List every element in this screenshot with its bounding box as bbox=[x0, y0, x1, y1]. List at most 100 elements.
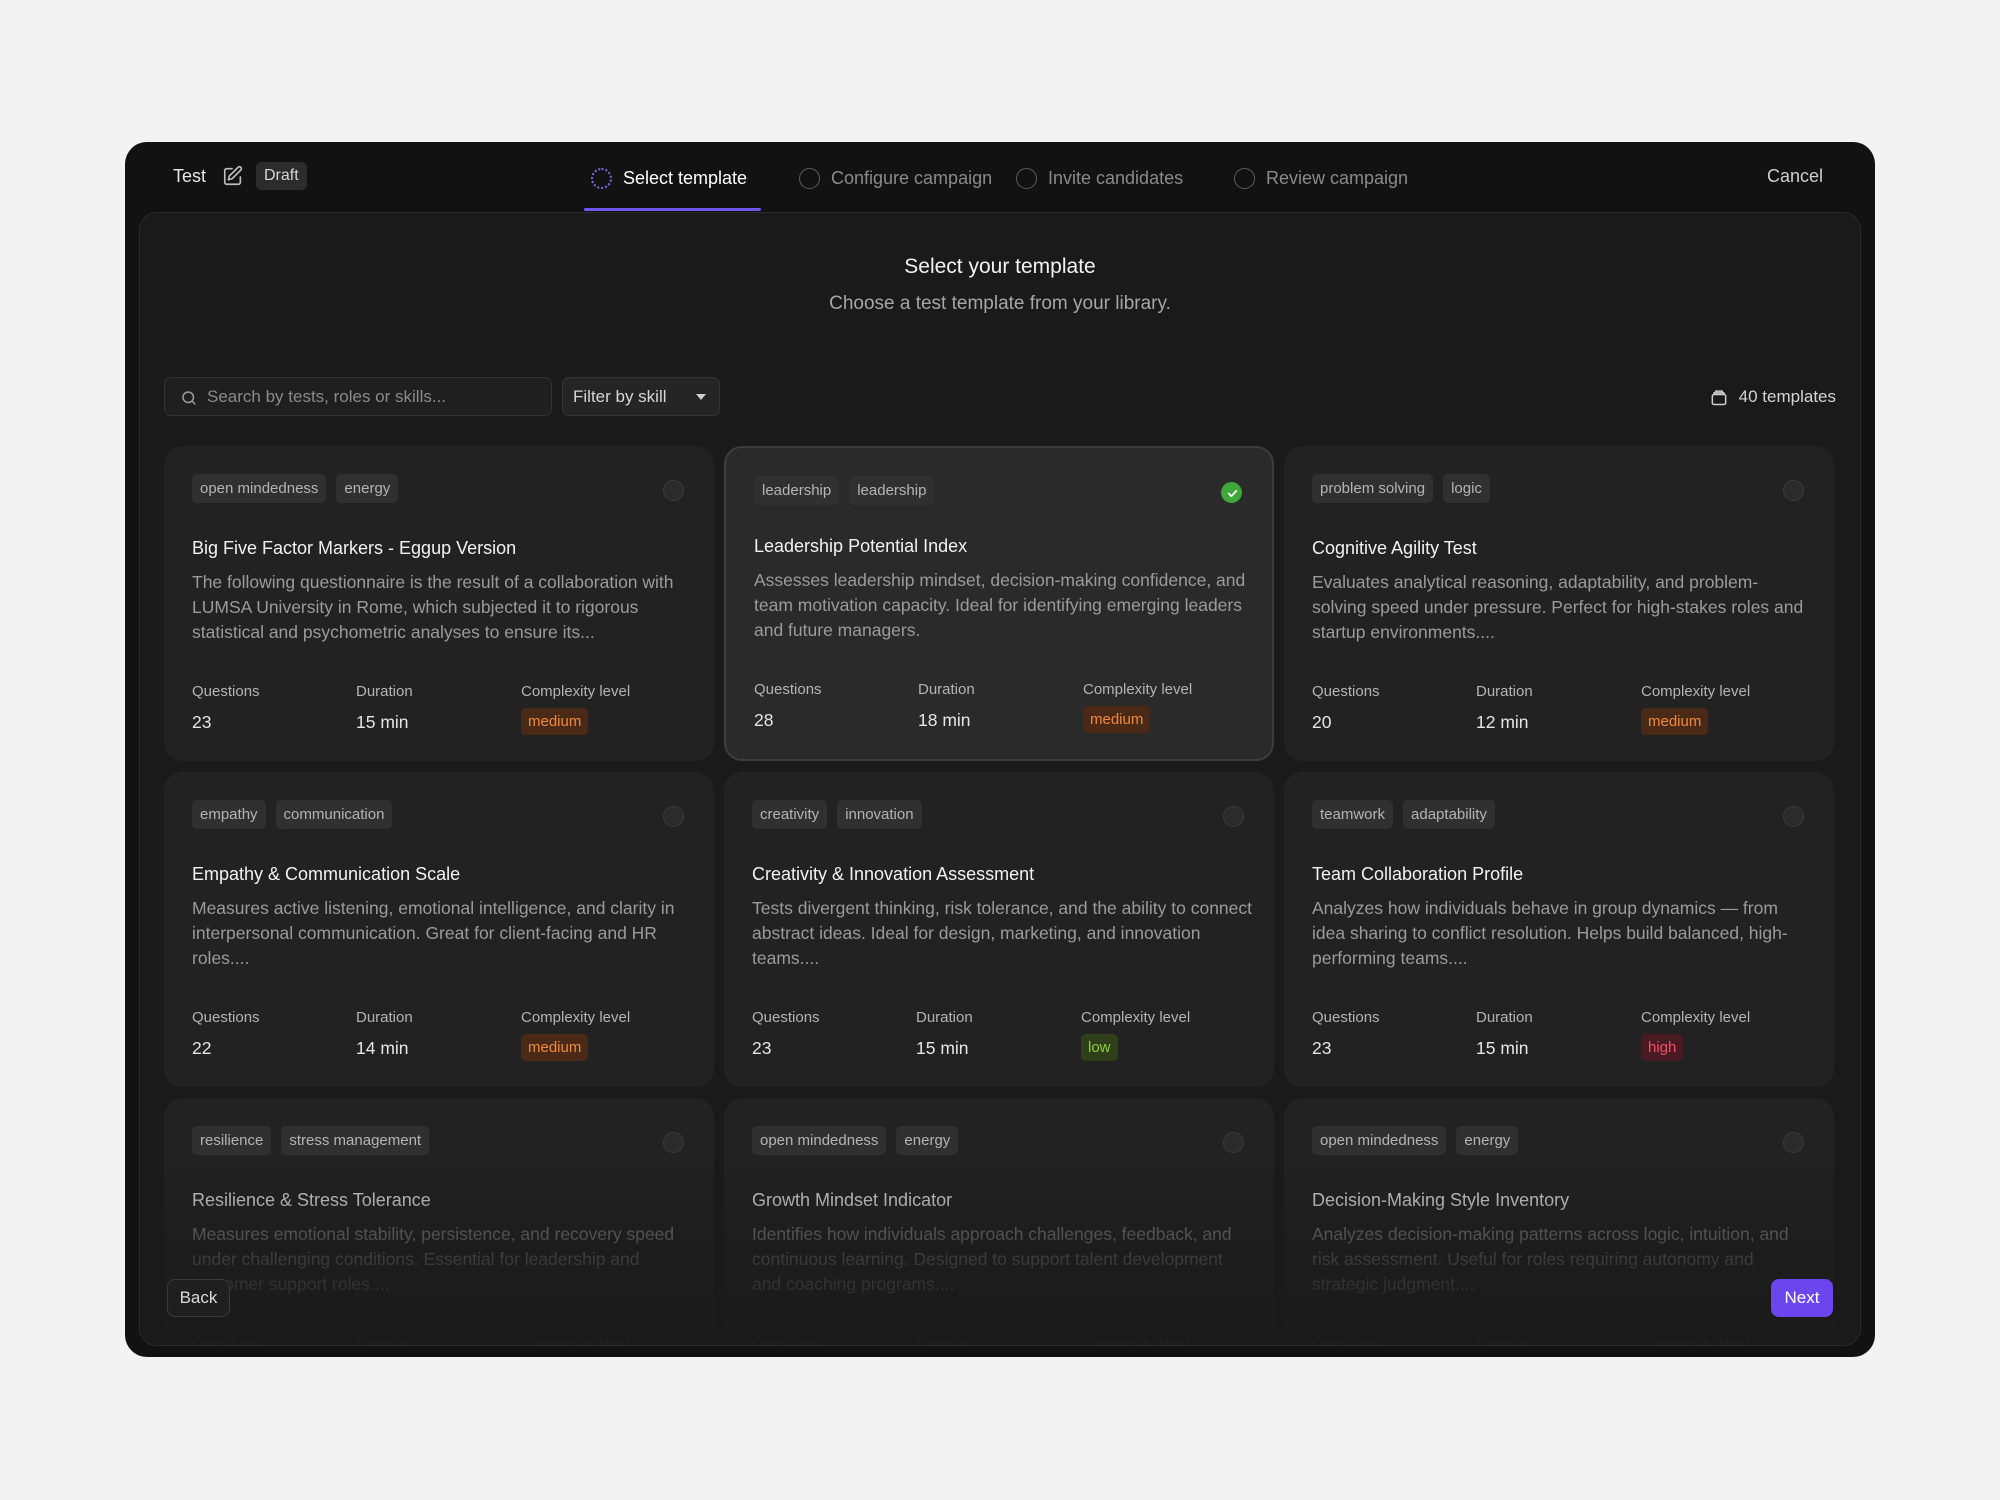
select-radio[interactable] bbox=[1223, 806, 1244, 827]
step-select-template[interactable]: Select template bbox=[591, 166, 747, 190]
card-description: Tests divergent thinking, risk tolerance… bbox=[752, 898, 1252, 968]
test-title: Test bbox=[173, 166, 207, 186]
complexity-badge: low bbox=[1081, 1034, 1118, 1061]
select-radio[interactable] bbox=[1783, 806, 1804, 827]
card-description: Measures active listening, emotional int… bbox=[192, 898, 675, 968]
skill-tag: resilience bbox=[192, 1126, 272, 1155]
edit-icon[interactable] bbox=[222, 165, 244, 187]
next-button[interactable]: Next bbox=[1771, 1279, 1833, 1317]
duration-label: Duration bbox=[1476, 683, 1533, 700]
tag-list: empathy communication bbox=[192, 800, 393, 829]
step-indicator-icon bbox=[1016, 167, 1037, 189]
search-input[interactable] bbox=[207, 378, 537, 415]
campaign-window: Test Draft Select template Configure cam… bbox=[125, 142, 1875, 1357]
complexity-label: Complexity level bbox=[521, 683, 631, 700]
skill-tag: innovation bbox=[837, 800, 922, 829]
card-description: Assesses leadership mindset, decision-ma… bbox=[754, 570, 1246, 640]
skill-tag: open mindedness bbox=[1312, 1126, 1447, 1155]
questions-value: 28 bbox=[754, 710, 774, 730]
complexity-label: Complexity level bbox=[1083, 681, 1193, 698]
duration-label: Duration bbox=[356, 683, 413, 700]
complexity-badge: high bbox=[1641, 1034, 1684, 1061]
card-description: Evaluates analytical reasoning, adaptabi… bbox=[1312, 572, 1804, 642]
template-count: 40 templates bbox=[1709, 385, 1836, 409]
card-title: Empathy & Communication Scale bbox=[192, 864, 461, 884]
card-title: Team Collaboration Profile bbox=[1312, 864, 1524, 884]
filter-label: Filter by skill bbox=[573, 387, 667, 406]
duration-value: 14 min bbox=[356, 1038, 409, 1058]
skill-tag: teamwork bbox=[1312, 800, 1394, 829]
skill-tag: open mindedness bbox=[192, 474, 327, 503]
template-card[interactable]: open mindedness energy Big Five Factor M… bbox=[164, 446, 714, 761]
complexity-badge: medium bbox=[1641, 708, 1709, 735]
template-card[interactable]: resilience stress management Resilience … bbox=[164, 1098, 714, 1346]
select-radio[interactable] bbox=[1783, 480, 1804, 501]
card-description: The following questionnaire is the resul… bbox=[192, 572, 674, 642]
questions-value: 22 bbox=[192, 1038, 212, 1058]
duration-value: 12 min bbox=[1476, 712, 1529, 732]
card-title: Cognitive Agility Test bbox=[1312, 538, 1477, 558]
questions-value: 20 bbox=[1312, 712, 1332, 732]
select-radio[interactable] bbox=[1223, 1132, 1244, 1153]
card-title: Leadership Potential Index bbox=[754, 536, 968, 556]
card-title: Resilience & Stress Tolerance bbox=[192, 1190, 431, 1210]
complexity-badge: medium bbox=[1083, 706, 1151, 733]
complexity-label: Complexity level bbox=[1641, 1009, 1751, 1026]
questions-label: Questions bbox=[752, 1335, 820, 1346]
duration-label: Duration bbox=[916, 1009, 973, 1026]
skill-tag: empathy bbox=[192, 800, 266, 829]
tag-list: open mindedness energy bbox=[752, 1126, 959, 1155]
select-radio[interactable] bbox=[663, 480, 684, 501]
card-description: Measures emotional stability, persistenc… bbox=[192, 1224, 675, 1294]
questions-label: Questions bbox=[754, 681, 822, 698]
template-card[interactable]: empathy communication Empathy & Communic… bbox=[164, 772, 714, 1087]
template-card[interactable]: open mindedness energy Growth Mindset In… bbox=[724, 1098, 1274, 1346]
filter-by-skill-dropdown[interactable]: Filter by skill bbox=[562, 377, 720, 416]
step-label: Review campaign bbox=[1266, 167, 1409, 188]
questions-value: 23 bbox=[192, 712, 212, 732]
duration-label: Duration bbox=[356, 1335, 413, 1346]
duration-value: 15 min bbox=[1476, 1038, 1529, 1058]
template-card[interactable]: problem solving logic Cognitive Agility … bbox=[1284, 446, 1834, 761]
select-radio[interactable] bbox=[663, 806, 684, 827]
card-title: Big Five Factor Markers - Eggup Version bbox=[192, 538, 517, 558]
complexity-label: Complexity level bbox=[1641, 1335, 1751, 1346]
skill-tag: energy bbox=[896, 1126, 959, 1155]
check-icon[interactable] bbox=[1221, 482, 1242, 503]
questions-value: 23 bbox=[752, 1038, 772, 1058]
questions-label: Questions bbox=[1312, 1335, 1380, 1346]
duration-label: Duration bbox=[1476, 1335, 1533, 1346]
questions-label: Questions bbox=[1312, 683, 1380, 700]
skill-tag: adaptability bbox=[1403, 800, 1495, 829]
questions-label: Questions bbox=[192, 1335, 260, 1346]
tag-list: resilience stress management bbox=[192, 1126, 430, 1155]
skill-tag: logic bbox=[1443, 474, 1490, 503]
duration-value: 15 min bbox=[356, 712, 409, 732]
template-count-label: 40 templates bbox=[1738, 387, 1836, 406]
tag-list: leadership leadership bbox=[754, 476, 935, 505]
skill-tag: leadership bbox=[849, 476, 935, 505]
step-indicator-icon bbox=[799, 167, 820, 189]
back-button[interactable]: Back bbox=[167, 1279, 230, 1317]
step-label: Select template bbox=[623, 167, 748, 188]
search-box bbox=[164, 377, 552, 416]
template-card-selected[interactable]: leadership leadership Leadership Potenti… bbox=[724, 446, 1274, 761]
tag-list: teamwork adaptability bbox=[1312, 800, 1495, 829]
questions-label: Questions bbox=[1312, 1009, 1380, 1026]
template-card[interactable]: teamwork adaptability Team Collaboration… bbox=[1284, 772, 1834, 1087]
select-radio[interactable] bbox=[1783, 1132, 1804, 1153]
status-badge: Draft bbox=[256, 162, 307, 190]
template-card[interactable]: open mindedness energy Decision-Making S… bbox=[1284, 1098, 1834, 1346]
step-invite-candidates[interactable]: Invite candidates bbox=[1016, 166, 1183, 190]
step-review-campaign[interactable]: Review campaign bbox=[1234, 166, 1408, 190]
select-radio[interactable] bbox=[663, 1132, 684, 1153]
skill-tag: open mindedness bbox=[752, 1126, 887, 1155]
complexity-label: Complexity level bbox=[1081, 1335, 1191, 1346]
skill-tag: stress management bbox=[281, 1126, 430, 1155]
template-card[interactable]: creativity innovation Creativity & Innov… bbox=[724, 772, 1274, 1087]
complexity-label: Complexity level bbox=[521, 1009, 631, 1026]
step-configure-campaign[interactable]: Configure campaign bbox=[799, 166, 992, 190]
questions-value: 23 bbox=[1312, 1038, 1332, 1058]
caret-down-icon bbox=[696, 394, 706, 400]
cancel-button[interactable]: Cancel bbox=[1767, 166, 1823, 187]
